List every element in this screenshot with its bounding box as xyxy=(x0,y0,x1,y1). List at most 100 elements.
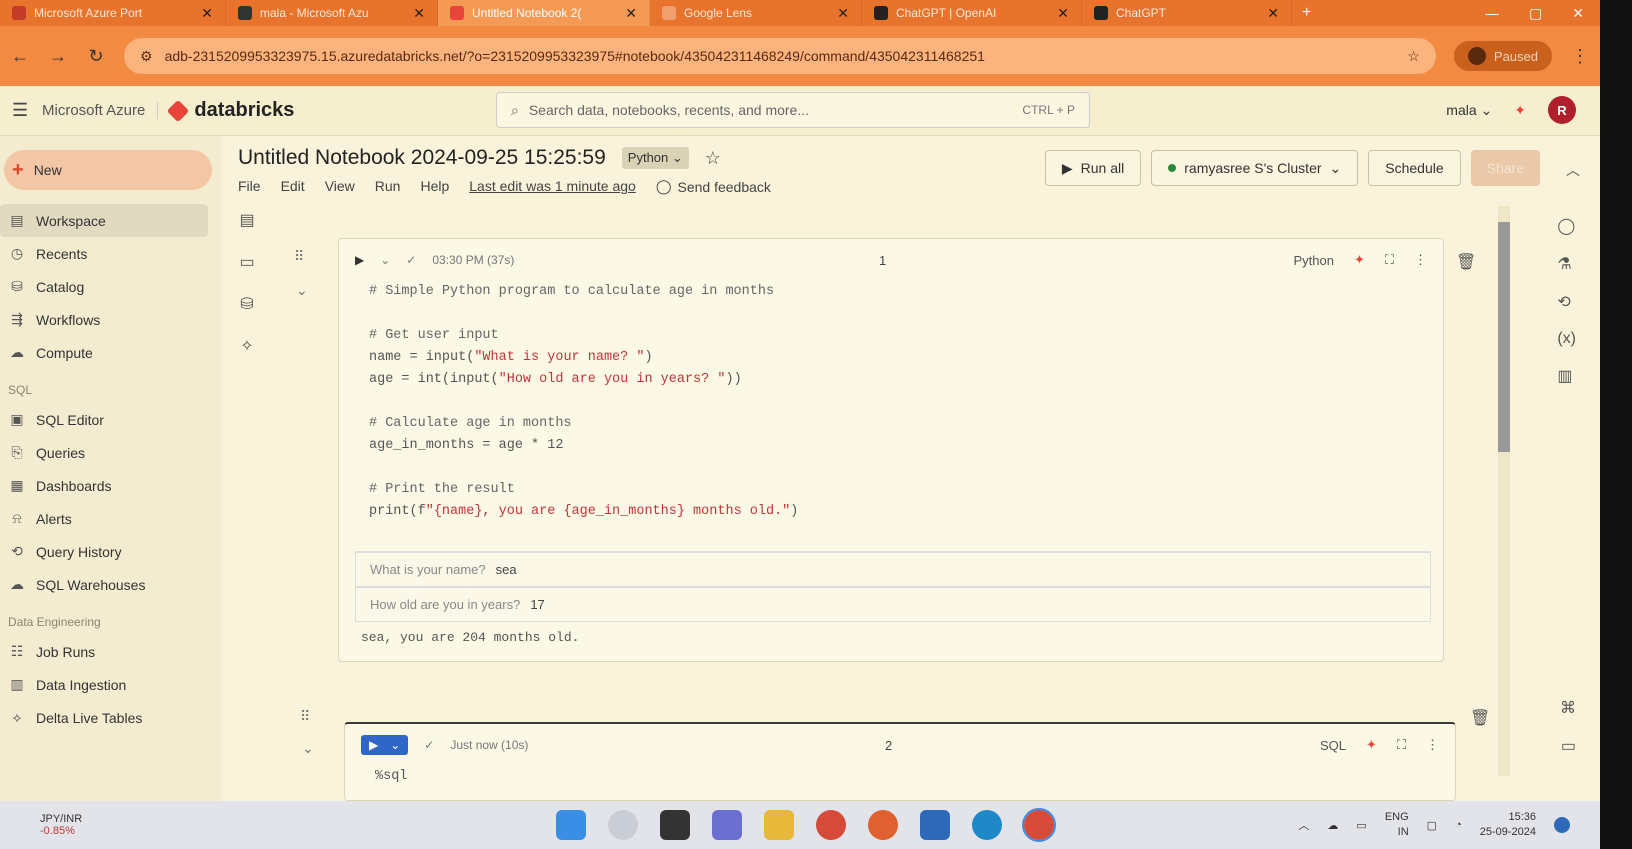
workspace-switcher[interactable]: mala ⌄ xyxy=(1446,102,1492,119)
databricks-logo[interactable]: databricks xyxy=(167,99,294,122)
scrollbar[interactable] xyxy=(1498,206,1510,776)
browser-tab[interactable]: ChatGPT | OpenAI ✕ xyxy=(862,0,1082,26)
input-prompt-name[interactable]: What is your name? sea xyxy=(355,552,1431,587)
page-title[interactable]: Untitled Notebook 2024-09-25 15:25:59 xyxy=(238,146,606,170)
cluster-selector[interactable]: ramyasree S's Cluster ⌄ xyxy=(1151,150,1359,186)
file-explorer-icon[interactable] xyxy=(764,810,794,840)
input-prompt-age[interactable]: How old are you in years? 17 xyxy=(355,587,1431,622)
scrollbar-thumb[interactable] xyxy=(1498,222,1510,452)
notification-icon[interactable] xyxy=(1554,817,1570,833)
variables-icon[interactable]: (x) xyxy=(1557,330,1576,348)
browser-tab[interactable]: mala - Microsoft Azu ✕ xyxy=(226,0,438,26)
sidebar-item-workflows[interactable]: ⇶ Workflows xyxy=(0,303,222,336)
sidebar-item-sql-editor[interactable]: ▣ SQL Editor xyxy=(0,403,222,436)
sidebar-item-workspace[interactable]: ▤ Workspace xyxy=(0,204,208,237)
sidebar-item-compute[interactable]: ☁ Compute xyxy=(0,336,222,369)
store-icon[interactable] xyxy=(920,810,950,840)
browser-tab[interactable]: Microsoft Azure Port ✕ xyxy=(0,0,226,26)
minimize-icon[interactable]: — xyxy=(1485,5,1499,22)
sidebar-item-alerts[interactable]: ⍾ Alerts xyxy=(0,502,222,535)
profile-paused-button[interactable]: Paused xyxy=(1453,41,1552,71)
notebook-cell[interactable]: ▶ ⌄ ✓ Just now (10s) 2 SQL ✦ ⛶ ⋮ %sql xyxy=(344,722,1456,801)
more-menu-icon[interactable]: ⋮ xyxy=(1414,252,1427,268)
schedule-button[interactable]: Schedule xyxy=(1368,150,1461,186)
version-history-icon[interactable]: ⟲ xyxy=(1557,292,1576,312)
sidebar-item-dashboards[interactable]: ▦ Dashboards xyxy=(0,469,222,502)
cell-collapse-icon[interactable]: ⌄ xyxy=(302,740,314,757)
site-settings-icon[interactable]: ⚙ xyxy=(140,48,153,65)
new-tab-button[interactable]: + xyxy=(1292,4,1321,22)
search-icon[interactable] xyxy=(608,810,638,840)
assistant-sparkle-icon[interactable]: ✦ xyxy=(1354,252,1365,268)
edge-icon[interactable] xyxy=(972,810,1002,840)
language-selector[interactable]: Python ⌄ xyxy=(621,147,689,169)
cell-language[interactable]: Python xyxy=(1294,253,1334,268)
run-options-chevron-icon[interactable]: ⌄ xyxy=(380,253,390,267)
browser-tab[interactable]: ChatGPT ✕ xyxy=(1082,0,1292,26)
close-tab-icon[interactable]: ✕ xyxy=(201,5,213,22)
keyboard-shortcuts-icon[interactable]: ⌘ xyxy=(1560,698,1576,718)
notebook-cell[interactable]: ▶ ⌄ ✓ 03:30 PM (37s) 1 Python ✦ ⛶ ⋮ # Si… xyxy=(338,238,1444,662)
browser-tab[interactable]: Google Lens ✕ xyxy=(650,0,862,26)
menu-run[interactable]: Run xyxy=(375,178,401,195)
teams-icon[interactable] xyxy=(712,810,742,840)
close-tab-icon[interactable]: ✕ xyxy=(1267,5,1279,22)
table-of-contents-icon[interactable]: ▤ xyxy=(239,210,254,230)
collapse-header-icon[interactable]: ︿ xyxy=(1566,160,1580,180)
menu-edit[interactable]: Edit xyxy=(281,178,305,195)
close-tab-icon[interactable]: ✕ xyxy=(837,5,849,22)
sidebar-item-catalog[interactable]: ⛁ Catalog xyxy=(0,270,222,303)
sidebar-item-delta-live-tables[interactable]: ⟡ Delta Live Tables xyxy=(0,701,222,734)
delete-cell-icon[interactable]: 🗑 xyxy=(1470,708,1490,728)
send-feedback-link[interactable]: ◯ Send feedback xyxy=(656,178,771,195)
forward-icon[interactable]: → xyxy=(48,46,68,67)
code-editor[interactable]: %sql xyxy=(345,766,1455,788)
workspace-browser-icon[interactable]: ▭ xyxy=(239,252,254,272)
terminal-icon[interactable]: ▭ xyxy=(1561,736,1576,756)
sidebar-item-data-ingestion[interactable]: ▥ Data Ingestion xyxy=(0,668,222,701)
close-tab-icon[interactable]: ✕ xyxy=(1057,5,1069,22)
monitor-icon[interactable]: ▢ xyxy=(1427,819,1437,832)
chrome-icon[interactable] xyxy=(816,810,846,840)
sidebar-item-query-history[interactable]: ⟲ Query History xyxy=(0,535,222,568)
chevron-up-icon[interactable]: ︿ xyxy=(1298,817,1309,833)
run-cell-icon[interactable]: ▶ xyxy=(355,253,364,267)
libraries-icon[interactable]: ▥ xyxy=(1557,366,1576,386)
sidebar-item-sql-warehouses[interactable]: ☁ SQL Warehouses xyxy=(0,568,222,601)
menu-file[interactable]: File xyxy=(238,178,261,195)
fullscreen-icon[interactable]: ⛶ xyxy=(1385,252,1394,268)
back-icon[interactable]: ← xyxy=(10,46,30,67)
task-view-icon[interactable] xyxy=(660,810,690,840)
close-window-icon[interactable]: ✕ xyxy=(1572,5,1584,22)
run-cell-button[interactable]: ▶ ⌄ xyxy=(361,735,409,755)
delete-cell-icon[interactable]: 🗑 xyxy=(1456,252,1476,272)
sidebar-item-recents[interactable]: ◷ Recents xyxy=(0,237,222,270)
url-field[interactable]: ⚙ adb-2315209953323975.15.azuredatabrick… xyxy=(124,38,1436,74)
favorite-star-icon[interactable]: ☆ xyxy=(705,148,721,169)
browser-menu-icon[interactable]: ⋮ xyxy=(1570,46,1590,67)
language-indicator[interactable]: ENG IN xyxy=(1385,810,1409,840)
cell-language[interactable]: SQL xyxy=(1320,738,1346,753)
clock[interactable]: 15:36 25-09-2024 xyxy=(1480,810,1536,840)
share-button[interactable]: Share xyxy=(1470,150,1540,186)
assistant-sparkle-icon[interactable]: ✦ xyxy=(1366,737,1377,753)
search-input[interactable]: ⌕ Search data, notebooks, recents, and m… xyxy=(496,92,1090,128)
cell-collapse-icon[interactable]: ⌄ xyxy=(296,282,308,299)
cell-drag-handle-icon[interactable]: ⠿ xyxy=(300,708,310,725)
avatar[interactable]: R xyxy=(1548,96,1576,124)
ticker-widget[interactable]: JPY/INR -0.85% xyxy=(0,813,82,837)
volume-icon[interactable]: ◔ xyxy=(1455,819,1462,831)
assistant-icon[interactable]: ✧ xyxy=(240,336,253,356)
close-tab-icon[interactable]: ✕ xyxy=(625,5,637,22)
comments-icon[interactable]: ◯ xyxy=(1557,216,1576,236)
network-icon[interactable]: ☁ xyxy=(1327,819,1338,832)
firefox-icon[interactable] xyxy=(868,810,898,840)
assistant-sparkle-icon[interactable]: ✦ xyxy=(1514,102,1526,119)
last-edit-link[interactable]: Last edit was 1 minute ago xyxy=(469,178,636,195)
reload-icon[interactable]: ↻ xyxy=(86,46,106,67)
windows-start-icon[interactable] xyxy=(556,810,586,840)
menu-view[interactable]: View xyxy=(325,178,355,195)
cell-drag-handle-icon[interactable]: ⠿ xyxy=(294,248,304,265)
fullscreen-icon[interactable]: ⛶ xyxy=(1397,737,1406,753)
close-tab-icon[interactable]: ✕ xyxy=(413,5,425,22)
